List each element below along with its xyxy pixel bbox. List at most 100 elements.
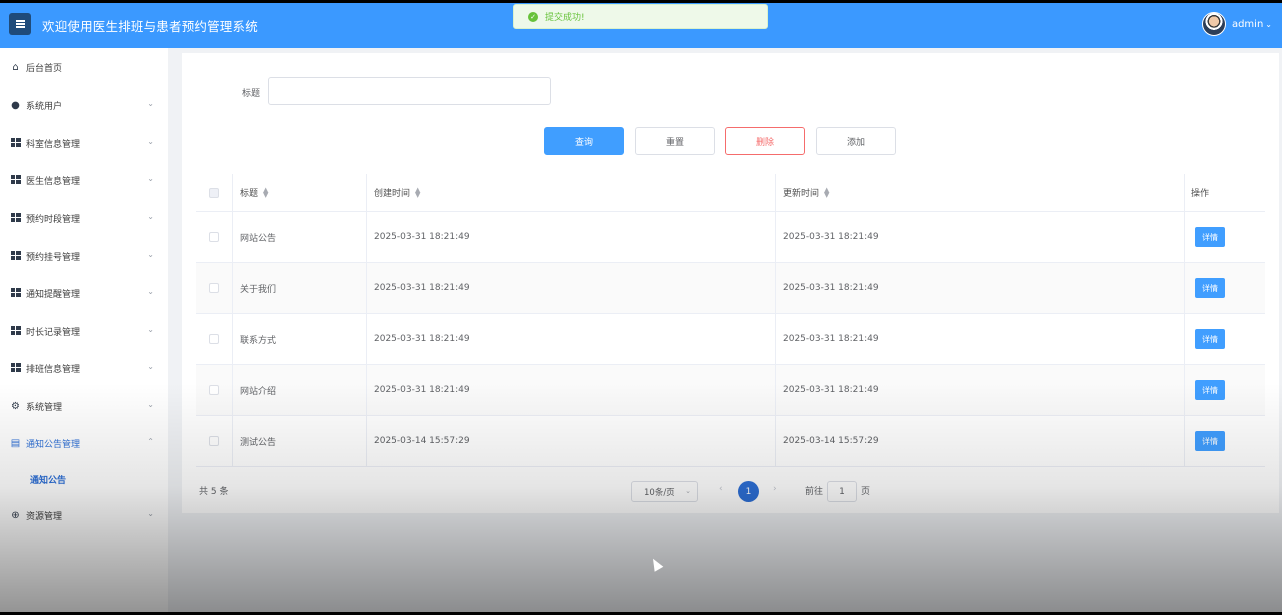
row-created: 2025-03-31 18:21:49 [367, 314, 776, 364]
sidebar-item-duration-records[interactable]: 时长记录管理 ⌄ [0, 316, 168, 346]
user-menu[interactable]: admin ⌄ [1201, 12, 1272, 36]
avatar[interactable] [1201, 12, 1226, 36]
success-toast: ✓ 提交成功! [513, 4, 768, 29]
sidebar-item-label: 时长记录管理 [26, 327, 81, 338]
chevron-down-icon: ⌄ [147, 137, 154, 146]
next-page-button[interactable]: › [773, 484, 777, 494]
sidebar-item-resources[interactable]: ⊕ 资源管理 ⌄ [0, 500, 168, 530]
sidebar-item-label: 系统管理 [26, 402, 63, 413]
grid-icon [10, 363, 21, 374]
detail-button[interactable]: 详情 [1195, 227, 1225, 247]
sort-icon[interactable]: ▲ ▼ [415, 186, 420, 198]
row-created: 2025-03-31 18:21:49 [367, 365, 776, 415]
sidebar-item-time-slots[interactable]: 预约时段管理 ⌄ [0, 203, 168, 233]
chevron-down-icon: ⌄ [147, 212, 154, 221]
sort-icon[interactable]: ▲ ▼ [824, 186, 829, 198]
sidebar-item-label: 通知公告管理 [26, 439, 81, 450]
grid-icon [10, 251, 21, 262]
chevron-down-icon[interactable]: ⌄ [1265, 20, 1272, 29]
chevron-down-icon: ⌄ [147, 287, 154, 296]
page-number-current[interactable]: 1 [738, 481, 759, 502]
table-row: 联系方式 2025-03-31 18:21:49 2025-03-31 18:2… [196, 314, 1265, 365]
chevron-down-icon: ⌄ [147, 509, 154, 518]
sidebar-item-announcements[interactable]: ▤ 通知公告管理 ⌃ [0, 428, 168, 458]
header-title[interactable]: 标题 ▲ ▼ [233, 174, 367, 211]
sidebar-item-departments[interactable]: 科室信息管理 ⌄ [0, 128, 168, 158]
toast-message: 提交成功! [545, 13, 585, 23]
row-checkbox[interactable] [209, 334, 219, 344]
detail-button[interactable]: 详情 [1195, 278, 1225, 298]
sidebar-item-system-settings[interactable]: ⚙ 系统管理 ⌄ [0, 391, 168, 421]
mouse-cursor-icon [648, 556, 664, 572]
page-size-value: 10条/页 [644, 487, 675, 498]
chevron-down-icon: ⌄ [685, 487, 691, 495]
header-actions: 操作 [1191, 189, 1210, 199]
sidebar-item-label: 预约挂号管理 [26, 252, 81, 263]
prev-page-button[interactable]: ‹ [719, 484, 723, 494]
sidebar-item-label: 通知提醒管理 [26, 289, 81, 300]
sidebar-item-schedules[interactable]: 排班信息管理 ⌄ [0, 353, 168, 383]
query-button[interactable]: 查询 [544, 127, 624, 155]
add-button[interactable]: 添加 [816, 127, 896, 155]
username[interactable]: admin [1232, 19, 1263, 30]
page-size-select[interactable]: 10条/页 ⌄ [631, 481, 698, 502]
row-created: 2025-03-14 15:57:29 [367, 416, 776, 466]
sidebar-item-label: 后台首页 [26, 63, 63, 74]
row-checkbox[interactable] [209, 283, 219, 293]
row-created: 2025-03-31 18:21:49 [367, 212, 776, 262]
sidebar-item-reminders[interactable]: 通知提醒管理 ⌄ [0, 278, 168, 308]
row-checkbox[interactable] [209, 436, 219, 446]
sort-icon[interactable]: ▲ ▼ [263, 186, 268, 198]
sidebar-item-doctors[interactable]: 医生信息管理 ⌄ [0, 165, 168, 195]
page-unit-label: 页 [861, 487, 871, 497]
table-row: 测试公告 2025-03-14 15:57:29 2025-03-14 15:5… [196, 416, 1265, 467]
row-checkbox[interactable] [209, 385, 219, 395]
sidebar-subitem-announcement[interactable]: 通知公告 [0, 464, 168, 494]
header-updated[interactable]: 更新时间 ▲ ▼ [776, 174, 1185, 211]
grid-icon [10, 213, 21, 224]
header-created[interactable]: 创建时间 ▲ ▼ [367, 174, 776, 211]
sidebar-item-label: 科室信息管理 [26, 139, 81, 150]
select-all-cell [196, 174, 233, 211]
check-circle-icon: ✓ [528, 11, 538, 22]
sidebar-item-registrations[interactable]: 预约挂号管理 ⌄ [0, 241, 168, 271]
row-checkbox[interactable] [209, 232, 219, 242]
row-updated: 2025-03-14 15:57:29 [776, 416, 1185, 466]
gear-icon: ⚙ [11, 400, 20, 412]
announcement-table: 标题 ▲ ▼ 创建时间 ▲ ▼ 更新时间 ▲ ▼ 操作 网站公告 2025-03-31 18… [196, 174, 1265, 467]
detail-button[interactable]: 详情 [1195, 431, 1225, 451]
sidebar-item-label: 系统用户 [26, 101, 63, 112]
sidebar-item-label: 排班信息管理 [26, 364, 81, 375]
table-row: 网站公告 2025-03-31 18:21:49 2025-03-31 18:2… [196, 212, 1265, 263]
row-updated: 2025-03-31 18:21:49 [776, 314, 1185, 364]
content-panel: 标题 查询 重置 删除 添加 标题 ▲ ▼ 创建时间 ▲ ▼ 更新时间 ▲ ▼ 操作 网站公… [182, 53, 1279, 513]
document-icon: ▤ [10, 437, 21, 449]
sidebar-item-system-users[interactable]: ● 系统用户 ⌄ [0, 90, 168, 120]
title-search-input[interactable] [268, 77, 551, 105]
hamburger-icon [15, 23, 25, 25]
goto-label: 前往 [805, 487, 824, 497]
app-window: 欢迎使用医生排班与患者预约管理系统 ✓ 提交成功! admin ⌄ ⌂ 后台首页… [0, 3, 1282, 612]
user-icon: ● [11, 99, 20, 111]
sidebar-item-home[interactable]: ⌂ 后台首页 [0, 52, 168, 82]
menu-toggle-button[interactable] [9, 13, 31, 35]
table-row: 网站介绍 2025-03-31 18:21:49 2025-03-31 18:2… [196, 365, 1265, 416]
top-header: 欢迎使用医生排班与患者预约管理系统 ✓ 提交成功! admin ⌄ [0, 3, 1282, 48]
plus-circle-icon: ⊕ [11, 509, 20, 521]
row-title: 网站介绍 [233, 365, 367, 415]
chevron-down-icon: ⌄ [147, 362, 154, 371]
sidebar-item-label: 预约时段管理 [26, 214, 81, 225]
goto-page-input[interactable]: 1 [827, 481, 857, 502]
delete-button[interactable]: 删除 [725, 127, 805, 155]
home-icon: ⌂ [12, 61, 19, 73]
grid-icon [10, 326, 21, 337]
reset-button[interactable]: 重置 [635, 127, 715, 155]
app-title: 欢迎使用医生排班与患者预约管理系统 [42, 19, 258, 34]
detail-button[interactable]: 详情 [1195, 329, 1225, 349]
chevron-down-icon: ⌄ [147, 99, 154, 108]
select-all-checkbox[interactable] [209, 187, 219, 198]
sidebar: ⌂ 后台首页 ● 系统用户 ⌄ 科室信息管理 ⌄ 医生信息管理 ⌄ 预约时段管理… [0, 48, 168, 612]
detail-button[interactable]: 详情 [1195, 380, 1225, 400]
row-updated: 2025-03-31 18:21:49 [776, 365, 1185, 415]
row-title: 网站公告 [233, 212, 367, 262]
